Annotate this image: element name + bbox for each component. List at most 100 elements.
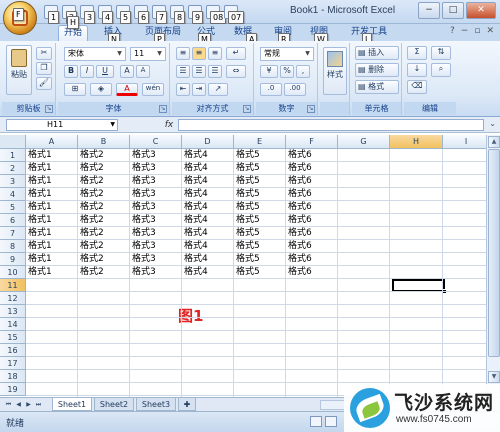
increase-decimal-icon[interactable]: .0 (260, 83, 282, 96)
tab-review[interactable]: 审阅 R (268, 25, 298, 46)
cell-D6[interactable]: 格式4 (182, 214, 234, 227)
cell-F5[interactable]: 格式6 (286, 201, 338, 214)
next-sheet-icon[interactable]: ▶ (24, 400, 33, 410)
align-bottom-icon[interactable]: ≡ (208, 47, 222, 60)
minimize-button[interactable]: − (418, 2, 440, 19)
currency-icon[interactable]: ¥ (260, 65, 278, 78)
grow-font-button[interactable]: A (120, 65, 134, 78)
styles-button[interactable]: 样式 (323, 47, 347, 95)
cell-C10[interactable]: 格式3 (130, 266, 182, 279)
decrease-indent-icon[interactable]: ⇤ (176, 83, 190, 96)
copy-icon[interactable]: ❐ (36, 62, 52, 75)
row-header-9[interactable]: 9 (0, 253, 26, 266)
align-center-icon[interactable]: ☰ (192, 65, 206, 78)
qat-command-icon[interactable]: 7 (152, 5, 168, 24)
cell-F8[interactable]: 格式6 (286, 240, 338, 253)
name-box[interactable]: H11 ▼ (6, 119, 118, 131)
cell-C2[interactable]: 格式3 (130, 162, 182, 175)
dialog-launcher-icon[interactable]: ↘ (45, 105, 53, 113)
cell-A7[interactable]: 格式1 (26, 227, 78, 240)
cell-B5[interactable]: 格式2 (78, 201, 130, 214)
row-header-12[interactable]: 12 (0, 292, 26, 305)
italic-button[interactable]: I (80, 65, 94, 78)
borders-icon[interactable]: ⊞ (64, 83, 86, 96)
cell-B6[interactable]: 格式2 (78, 214, 130, 227)
cell-D4[interactable]: 格式4 (182, 188, 234, 201)
cell-C9[interactable]: 格式3 (130, 253, 182, 266)
shrink-font-button[interactable]: A (136, 65, 150, 78)
sheet-tab-1[interactable]: Sheet1 (52, 398, 92, 411)
vertical-scrollbar[interactable]: ▲ ▼ (486, 135, 500, 397)
tab-data[interactable]: 数据 A (228, 25, 258, 46)
formula-input[interactable] (178, 119, 484, 131)
select-all-button[interactable] (0, 135, 26, 149)
cell-E2[interactable]: 格式5 (234, 162, 286, 175)
qat-command-icon[interactable]: 3 (80, 5, 96, 24)
cell-B8[interactable]: 格式2 (78, 240, 130, 253)
row-header-3[interactable]: 3 (0, 175, 26, 188)
cell-A9[interactable]: 格式1 (26, 253, 78, 266)
qat-command-icon[interactable]: 9 (188, 5, 204, 24)
close-button[interactable]: ✕ (466, 2, 496, 19)
cell-F9[interactable]: 格式6 (286, 253, 338, 266)
page-layout-view-icon[interactable] (325, 416, 337, 427)
row-header-5[interactable]: 5 (0, 201, 26, 214)
row-header-7[interactable]: 7 (0, 227, 26, 240)
insert-function-button[interactable]: fx (162, 119, 176, 131)
cell-F6[interactable]: 格式6 (286, 214, 338, 227)
cell-E4[interactable]: 格式5 (234, 188, 286, 201)
row-header-18[interactable]: 18 (0, 370, 26, 383)
worksheet-grid[interactable]: 图1 A B C D E F G H I 1 2 3 4 5 6 7 8 9 10 11 12 13 14 15 16 17 18 1… (0, 135, 486, 397)
cell-C3[interactable]: 格式3 (130, 175, 182, 188)
cell-A2[interactable]: 格式1 (26, 162, 78, 175)
cell-D5[interactable]: 格式4 (182, 201, 234, 214)
fill-icon[interactable]: ↓ (407, 63, 427, 77)
cell-E7[interactable]: 格式5 (234, 227, 286, 240)
tab-view[interactable]: 视图 W (304, 25, 334, 46)
sheet-tab-3[interactable]: Sheet3 (136, 398, 176, 411)
cell-B2[interactable]: 格式2 (78, 162, 130, 175)
cell-E10[interactable]: 格式5 (234, 266, 286, 279)
underline-button[interactable]: U (96, 65, 114, 78)
cell-E1[interactable]: 格式5 (234, 149, 286, 162)
cell-E6[interactable]: 格式5 (234, 214, 286, 227)
row-header-8[interactable]: 8 (0, 240, 26, 253)
cell-C8[interactable]: 格式3 (130, 240, 182, 253)
cell-E3[interactable]: 格式5 (234, 175, 286, 188)
row-header-19[interactable]: 19 (0, 383, 26, 396)
dialog-launcher-icon[interactable]: ↘ (243, 105, 251, 113)
column-header-C[interactable]: C (130, 135, 182, 149)
row-header-16[interactable]: 16 (0, 344, 26, 357)
cell-F2[interactable]: 格式6 (286, 162, 338, 175)
qat-command-icon[interactable]: 5 (116, 5, 132, 24)
scroll-down-icon[interactable]: ▼ (488, 371, 500, 383)
cell-D3[interactable]: 格式4 (182, 175, 234, 188)
cell-D8[interactable]: 格式4 (182, 240, 234, 253)
cell-A8[interactable]: 格式1 (26, 240, 78, 253)
cell-B4[interactable]: 格式2 (78, 188, 130, 201)
orientation-icon[interactable]: ↗ (208, 83, 228, 96)
column-header-B[interactable]: B (78, 135, 130, 149)
wrap-text-icon[interactable]: ↵ (226, 47, 246, 60)
first-sheet-icon[interactable]: ⏮ (4, 400, 13, 410)
cell-B7[interactable]: 格式2 (78, 227, 130, 240)
format-cells-button[interactable]: ▤ 格式 (355, 80, 399, 94)
tab-developer[interactable]: 开发工具 L (344, 25, 394, 46)
column-header-I[interactable]: I (443, 135, 486, 149)
expand-formula-bar-icon[interactable]: ⌄ (489, 119, 496, 128)
format-painter-icon[interactable]: 🖌 (36, 77, 52, 90)
comma-button[interactable]: , (296, 65, 310, 78)
row-header-11[interactable]: 11 (0, 279, 26, 292)
cell-A1[interactable]: 格式1 (26, 149, 78, 162)
cell-A5[interactable]: 格式1 (26, 201, 78, 214)
cell-B1[interactable]: 格式2 (78, 149, 130, 162)
column-header-E[interactable]: E (234, 135, 286, 149)
qat-command-icon[interactable]: 1 (44, 5, 60, 24)
dialog-launcher-icon[interactable]: ↘ (159, 105, 167, 113)
font-color-button[interactable]: A (116, 83, 138, 96)
align-left-icon[interactable]: ☰ (176, 65, 190, 78)
cell-C1[interactable]: 格式3 (130, 149, 182, 162)
cell-E9[interactable]: 格式5 (234, 253, 286, 266)
cell-A6[interactable]: 格式1 (26, 214, 78, 227)
delete-cells-button[interactable]: ▤ 删除 (355, 63, 399, 77)
